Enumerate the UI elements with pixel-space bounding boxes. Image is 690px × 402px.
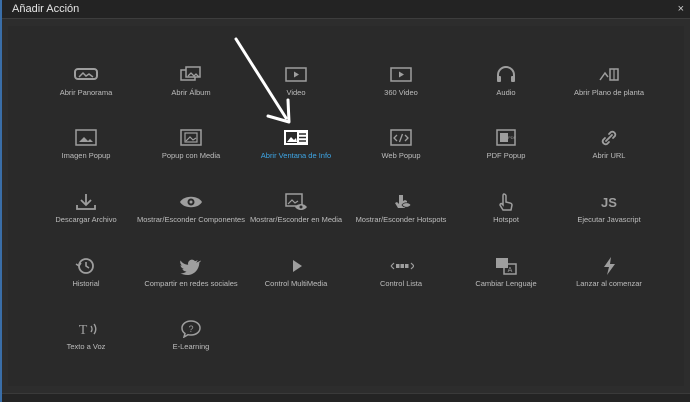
action-label: Mostrar/Esconder Componentes [137, 215, 245, 224]
action-js[interactable]: JS Ejecutar Javascript [553, 191, 665, 224]
svg-text:PDF: PDF [508, 135, 517, 140]
action-label: Ejecutar Javascript [577, 215, 641, 224]
dialog-title: Añadir Acción [12, 3, 80, 15]
action-label: Popup con Media [161, 151, 221, 160]
action-label: Texto a Voz [66, 342, 106, 351]
headphones-icon [450, 64, 562, 84]
action-label: Historial [72, 279, 100, 288]
text-to-speech-icon: T [30, 318, 142, 338]
action-label: E-Learning [172, 342, 210, 351]
action-label: Control MultiMedia [264, 279, 328, 288]
action-label: Abrir Álbum [171, 88, 211, 97]
action-image-popup[interactable]: Imagen Popup [30, 127, 142, 160]
action-video[interactable]: Video [240, 64, 352, 97]
action-label: Video [286, 88, 306, 97]
action-label: Abrir Ventana de Info [260, 151, 332, 160]
add-action-dialog: Añadir Acción × Abrir Panorama Abrir Álbu… [0, 0, 690, 402]
action-link[interactable]: Abrir URL [553, 127, 665, 160]
action-label: Mostrar/Esconder en Media [249, 215, 343, 224]
action-text-to-speech[interactable]: T Texto a Voz [30, 318, 142, 351]
action-headphones[interactable]: Audio [450, 64, 562, 97]
action-info-window[interactable]: Abrir Ventana de Info [240, 127, 352, 160]
dialog-footer [2, 393, 690, 402]
pdf-icon: PDF [450, 127, 562, 147]
action-download[interactable]: Descargar Archivo [30, 191, 142, 224]
media-eye-icon [240, 191, 352, 211]
action-hotspot-eye[interactable]: Mostrar/Esconder Hotspots [345, 191, 457, 224]
list-control-icon [345, 255, 457, 275]
twitter-icon [135, 255, 247, 275]
action-media-popup[interactable]: Popup con Media [135, 127, 247, 160]
action-hand-pointer[interactable]: Hotspot [450, 191, 562, 224]
svg-text:A: A [508, 267, 513, 274]
action-label: Descargar Archivo [55, 215, 117, 224]
download-icon [30, 191, 142, 211]
action-label: Abrir Panorama [59, 88, 113, 97]
title-bar: Añadir Acción × [2, 0, 690, 19]
image-popup-icon [30, 127, 142, 147]
action-album[interactable]: Abrir Álbum [135, 64, 247, 97]
action-history[interactable]: Historial [30, 255, 142, 288]
bolt-icon [553, 255, 665, 275]
hand-pointer-icon [450, 191, 562, 211]
action-play[interactable]: Control MultiMedia [240, 255, 352, 288]
svg-text:T: T [79, 323, 88, 338]
action-list-control[interactable]: Control Lista [345, 255, 457, 288]
action-label: Abrir Plano de planta [573, 88, 645, 97]
action-label: Audio [496, 88, 516, 97]
action-label: Mostrar/Esconder Hotspots [355, 215, 447, 224]
video-icon [240, 64, 352, 84]
hotspot-eye-icon [345, 191, 457, 211]
svg-text:JS: JS [601, 195, 617, 210]
action-code[interactable]: Web Popup [345, 127, 457, 160]
action-label: Cambiar Lenguaje [475, 279, 537, 288]
action-label: Control Lista [379, 279, 423, 288]
action-pdf[interactable]: PDF PDF Popup [450, 127, 562, 160]
video-360-icon [345, 64, 457, 84]
action-panorama[interactable]: Abrir Panorama [30, 64, 142, 97]
code-icon [345, 127, 457, 147]
close-icon[interactable]: × [678, 3, 684, 15]
action-label: PDF Popup [486, 151, 526, 160]
action-language[interactable]: A Cambiar Lenguaje [450, 255, 562, 288]
eye-icon [135, 191, 247, 211]
language-icon: A [450, 255, 562, 275]
panorama-icon [30, 64, 142, 84]
action-label: Web Popup [381, 151, 421, 160]
action-label: Abrir URL [592, 151, 626, 160]
js-icon: JS [553, 191, 665, 211]
question-icon: ? [135, 318, 247, 338]
media-popup-icon [135, 127, 247, 147]
action-label: 360 Video [384, 88, 418, 97]
link-icon [553, 127, 665, 147]
floorplan-icon [553, 64, 665, 84]
action-bolt[interactable]: Lanzar al comenzar [553, 255, 665, 288]
album-icon [135, 64, 247, 84]
history-icon [30, 255, 142, 275]
action-question[interactable]: ? E-Learning [135, 318, 247, 351]
action-eye[interactable]: Mostrar/Esconder Componentes [135, 191, 247, 224]
info-window-icon [240, 127, 352, 147]
action-label: Compartir en redes sociales [144, 279, 238, 288]
action-label: Lanzar al comenzar [576, 279, 642, 288]
action-media-eye[interactable]: Mostrar/Esconder en Media [240, 191, 352, 224]
action-label: Imagen Popup [61, 151, 111, 160]
svg-text:?: ? [188, 324, 193, 334]
action-label: Hotspot [493, 215, 519, 224]
action-video-360[interactable]: 360 Video [345, 64, 457, 97]
action-twitter[interactable]: Compartir en redes sociales [135, 255, 247, 288]
play-icon [240, 255, 352, 275]
action-grid: Abrir Panorama Abrir Álbum Video 360 Video A… [8, 26, 684, 386]
action-floorplan[interactable]: Abrir Plano de planta [553, 64, 665, 97]
